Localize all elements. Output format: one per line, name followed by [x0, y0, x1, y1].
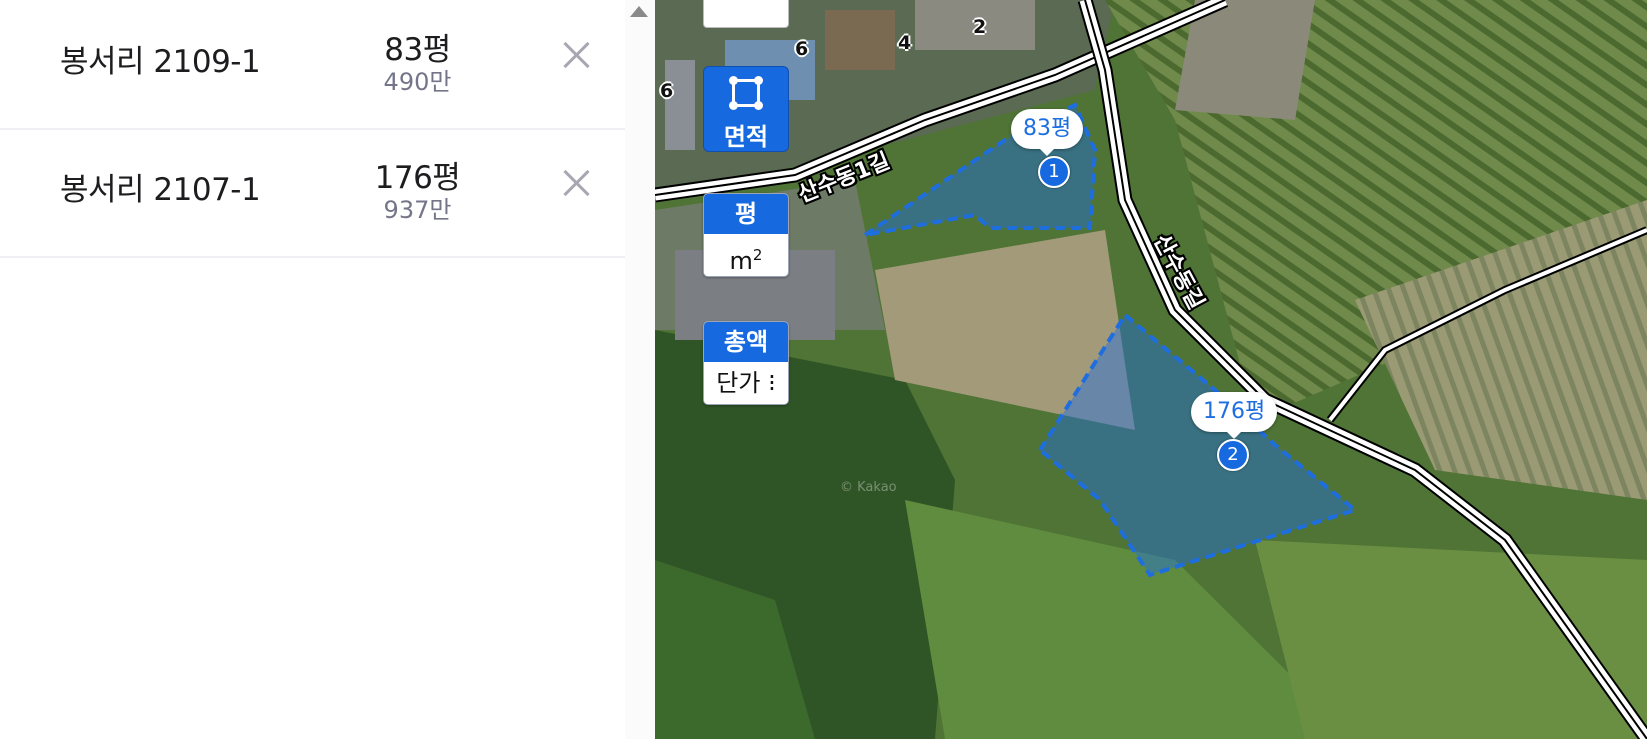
building-number: 6 [795, 38, 809, 60]
parcel-row[interactable]: 봉서리 2109-1 83평 490만 [0, 0, 625, 130]
parcel-name: 봉서리 2109-1 [60, 44, 261, 80]
unit-sqm-superscript: 2 [752, 246, 763, 264]
map-tool-button[interactable] [703, 0, 789, 28]
area-tool-icon [729, 76, 763, 110]
unit-sqm-label: m [729, 247, 753, 275]
parcel-area-marker[interactable]: 83평 [1011, 109, 1084, 156]
close-icon[interactable] [560, 166, 594, 200]
building-number: 4 [898, 32, 912, 54]
unit-toggle[interactable]: 평 m2 [703, 193, 789, 277]
price-unit-option[interactable]: 단가 ⁝ [704, 362, 788, 404]
price-toggle[interactable]: 총액 단가 ⁝ [703, 321, 789, 405]
parcel-area-marker[interactable]: 176평 [1191, 392, 1278, 439]
parcel-number-marker[interactable]: 1 [1038, 156, 1070, 188]
unit-sqm-option[interactable]: m2 [704, 234, 788, 276]
close-icon[interactable] [560, 38, 594, 72]
satellite-map[interactable]: 면적 평 m2 총액 단가 ⁝ 83평 1 176평 2 산수동1길 산수동길 … [655, 0, 1647, 739]
map-watermark: © Kakao [840, 480, 897, 495]
map-imagery [655, 0, 1647, 739]
parcel-list-panel: 봉서리 2109-1 83평 490만 봉서리 2107-1 176평 937만 [0, 0, 625, 739]
parcel-row[interactable]: 봉서리 2107-1 176평 937만 [0, 128, 625, 258]
unit-pyeong-option[interactable]: 평 [704, 194, 788, 234]
area-measure-label: 면적 [723, 123, 769, 151]
building-number: 6 [660, 80, 674, 102]
building-number: 2 [973, 16, 987, 38]
parcel-price: 937만 [383, 196, 452, 224]
parcel-name: 봉서리 2107-1 [60, 172, 261, 208]
scroll-up-arrow-icon[interactable] [630, 6, 648, 17]
area-measure-button[interactable]: 면적 [703, 66, 789, 152]
parcel-price: 490만 [383, 68, 452, 96]
parcel-number-marker[interactable]: 2 [1217, 439, 1249, 471]
price-total-option[interactable]: 총액 [704, 322, 788, 362]
panel-scrollbar[interactable] [625, 0, 655, 739]
